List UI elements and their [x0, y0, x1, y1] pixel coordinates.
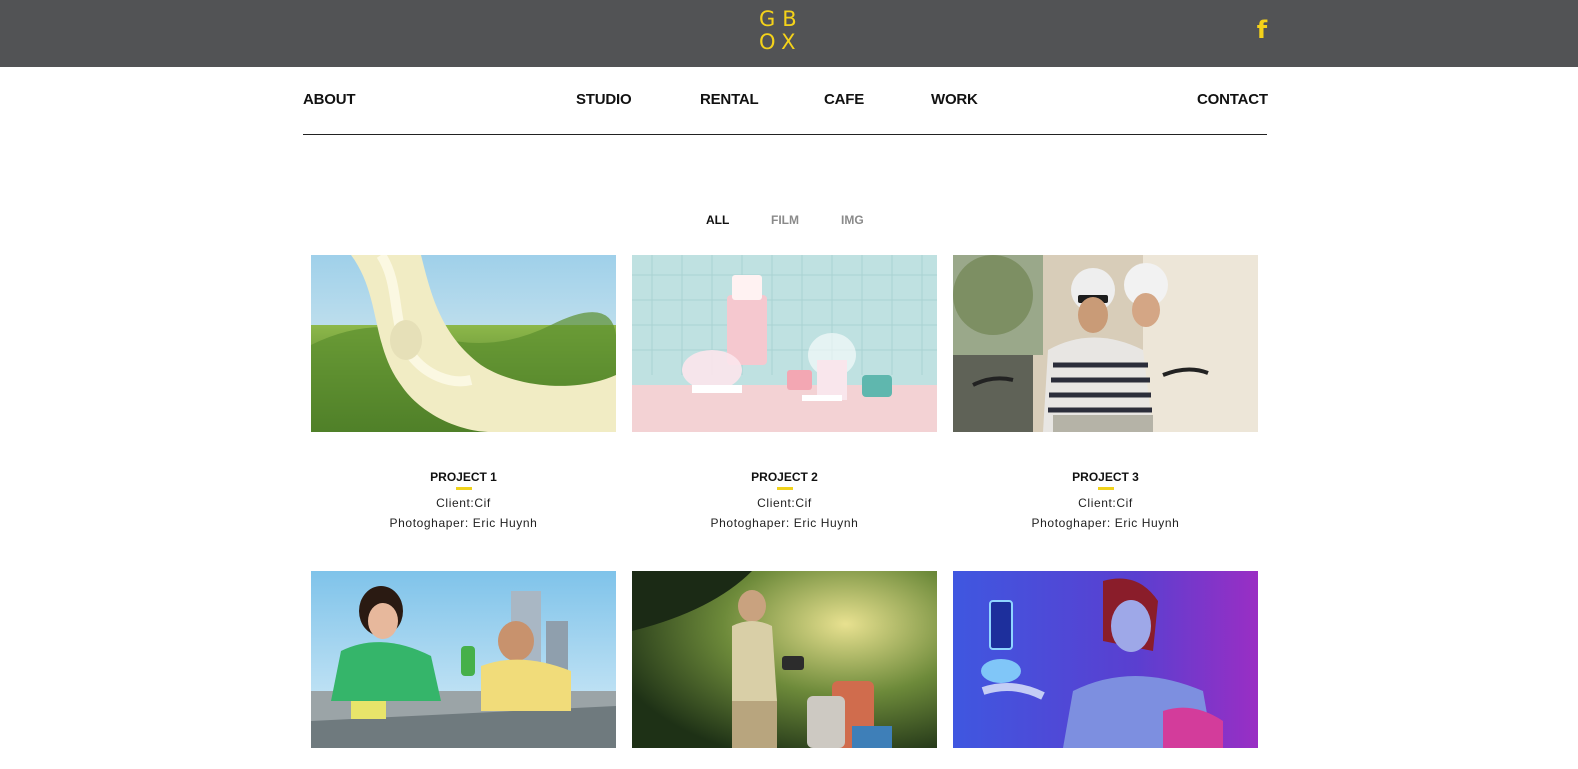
project-2-underline	[776, 487, 793, 490]
nav-cafe[interactable]: CAFE	[824, 91, 864, 108]
nav-contact[interactable]: CONTACT	[1197, 91, 1268, 108]
logo-line-1: GB	[759, 7, 804, 31]
project-3-client: Client:Cif	[1078, 496, 1133, 510]
project-3-caption: PROJECT 3 Client:Cif Photoghaper: Eric H…	[953, 470, 1258, 530]
project-2-title[interactable]: PROJECT 2	[632, 470, 937, 484]
project-3-title[interactable]: PROJECT 3	[953, 470, 1258, 484]
project-1-client: Client:Cif	[436, 496, 491, 510]
top-bar: GB OX f	[0, 0, 1578, 67]
main-nav: ABOUT STUDIO RENTAL CAFE WORK CONTACT	[303, 91, 1268, 115]
project-3-underline	[1097, 487, 1114, 490]
project-3-photographer: Photoghaper: Eric Huynh	[1031, 516, 1180, 530]
project-2-photographer: Photoghaper: Eric Huynh	[710, 516, 859, 530]
filter-img[interactable]: IMG	[841, 213, 864, 227]
project-2-client: Client:Cif	[757, 496, 812, 510]
filter-all[interactable]: ALL	[706, 213, 729, 227]
nav-divider	[303, 134, 1267, 135]
facebook-icon[interactable]: f	[1254, 18, 1270, 44]
project-6-image[interactable]	[953, 571, 1258, 748]
gbox-logo[interactable]: GB OX	[759, 8, 803, 54]
nav-work[interactable]: WORK	[931, 91, 978, 108]
project-2-caption: PROJECT 2 Client:Cif Photoghaper: Eric H…	[632, 470, 937, 530]
logo-line-2: OX	[759, 30, 803, 54]
project-1-title[interactable]: PROJECT 1	[311, 470, 616, 484]
project-1-caption: PROJECT 1 Client:Cif Photoghaper: Eric H…	[311, 470, 616, 530]
project-1-image[interactable]	[311, 255, 616, 432]
project-5-image[interactable]	[632, 571, 937, 748]
project-4-image[interactable]	[311, 571, 616, 748]
nav-rental[interactable]: RENTAL	[700, 91, 759, 108]
filter-film[interactable]: FILM	[771, 213, 799, 227]
nav-about[interactable]: ABOUT	[303, 91, 356, 108]
project-1-underline	[455, 487, 472, 490]
project-1-photographer: Photoghaper: Eric Huynh	[389, 516, 538, 530]
nav-studio[interactable]: STUDIO	[576, 91, 632, 108]
project-2-image[interactable]	[632, 255, 937, 432]
project-3-image[interactable]	[953, 255, 1258, 432]
